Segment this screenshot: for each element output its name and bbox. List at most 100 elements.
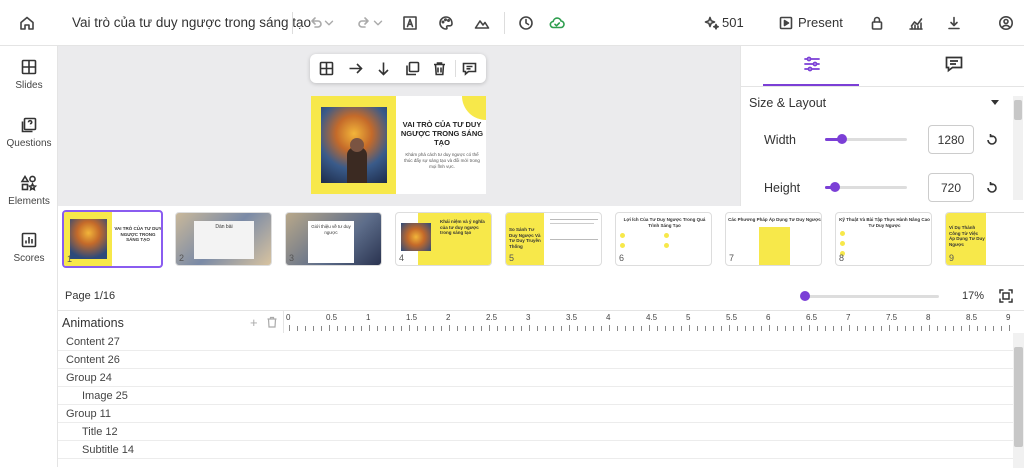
animations-title: Animations — [62, 316, 124, 330]
slide-preview[interactable]: VAI TRÒ CỦA TƯ DUY NGƯỢC TRONG SÁNG TẠO … — [311, 96, 486, 194]
timeline-row[interactable] — [283, 387, 1013, 405]
ruler-tick-label: 2 — [446, 313, 451, 322]
thumbnail-slide-8[interactable]: Kỹ Thuật Và Bài Tập Thực Hành Nâng Cao T… — [835, 212, 932, 266]
thumbnail-slide-7[interactable]: Các Phương Pháp Áp Dụng Tư Duy Ngược 7 — [725, 212, 822, 266]
thumbnail-slide-2[interactable]: Dàn bài 2 — [175, 212, 272, 266]
tab-comments[interactable] — [944, 54, 964, 74]
panel-scrollbar[interactable] — [1013, 96, 1023, 200]
arrow-down-icon[interactable] — [375, 60, 392, 77]
width-input[interactable]: 1280 — [928, 125, 974, 154]
analytics-icon[interactable] — [904, 11, 928, 35]
fit-screen-icon[interactable] — [999, 289, 1013, 303]
ruler-tick — [745, 326, 746, 331]
reset-width-icon[interactable] — [985, 133, 999, 147]
background-icon[interactable] — [470, 11, 494, 35]
ruler-tick — [409, 325, 410, 331]
ruler-tick — [921, 326, 922, 331]
animations-panel: Animations + 0 0.5 1 1.5 2 2.5 3 3.5 4 4.5 5 5.5 6 6.… — [58, 310, 1024, 468]
timeline-ruler[interactable]: 0 0.5 1 1.5 2 2.5 3 3.5 4 4.5 5 5.5 6 6.5 7 7.5 8 8.5 9 — [283, 311, 1013, 333]
layer-item[interactable]: Subtitle 14 — [58, 441, 283, 459]
sidebar-item-slides[interactable]: Slides — [0, 58, 58, 91]
thumbnail-slide-3[interactable]: Giới thiệu về tư duy ngược 3 — [285, 212, 382, 266]
comment-icon[interactable] — [461, 60, 478, 77]
arrow-right-icon[interactable] — [347, 60, 364, 77]
width-label: Width — [764, 133, 796, 147]
lock-icon[interactable] — [865, 11, 889, 35]
ruler-tick — [441, 326, 442, 331]
thumbnail-slide-4[interactable]: Khái niệm và ý nghĩa của tư duy ngược tr… — [395, 212, 492, 266]
timeline-row[interactable] — [283, 351, 1013, 369]
history-icon[interactable] — [514, 11, 538, 35]
layer-item[interactable]: Content 27 — [58, 333, 283, 351]
ruler-tick — [577, 326, 578, 331]
ruler-tick — [593, 326, 594, 331]
thumbnail-title: Dàn bài — [215, 224, 233, 230]
sidebar-item-scores[interactable]: Scores — [0, 231, 58, 264]
timeline-row[interactable] — [283, 423, 1013, 441]
trash-icon[interactable] — [431, 60, 448, 77]
present-button[interactable]: Present — [798, 15, 843, 30]
zoom-slider[interactable] — [800, 291, 939, 301]
timeline-row[interactable] — [283, 441, 1013, 459]
timeline-row[interactable] — [283, 405, 1013, 423]
chart-icon — [21, 232, 37, 248]
add-icon[interactable]: + — [250, 315, 258, 330]
cloud-saved-icon[interactable] — [545, 11, 569, 35]
ruler-tick — [881, 326, 882, 331]
thumbnail-slide-1[interactable]: VAI TRÒ CỦA TƯ DUY NGƯỢC TRONG SÁNG TẠO … — [62, 210, 163, 268]
home-icon[interactable] — [15, 11, 39, 35]
thumbnail-slide-9[interactable]: Ví Dụ Thành Công Từ Việc Áp Dụng Tư Duy … — [945, 212, 1024, 266]
canvas-area[interactable]: VAI TRÒ CỦA TƯ DUY NGƯỢC TRONG SÁNG TẠO … — [58, 46, 740, 206]
ruler-tick — [561, 326, 562, 331]
redo-dropdown-icon[interactable] — [371, 11, 385, 35]
thumbnail-number: 9 — [949, 253, 955, 263]
slider-handle[interactable] — [800, 291, 810, 301]
undo-dropdown-icon[interactable] — [322, 11, 336, 35]
sidebar-item-elements[interactable]: Elements — [0, 174, 58, 207]
trash-icon[interactable] — [266, 316, 278, 328]
ruler-tick — [713, 326, 714, 331]
timeline-row[interactable] — [283, 369, 1013, 387]
account-icon[interactable] — [994, 11, 1018, 35]
present-icon[interactable] — [774, 11, 798, 35]
scroll-thumb[interactable] — [1014, 347, 1023, 447]
ruler-tick — [433, 326, 434, 331]
sidebar-item-questions[interactable]: Questions — [0, 116, 58, 149]
layer-item[interactable]: Image 25 — [58, 387, 283, 405]
thumbnail-title: Các Phương Pháp Áp Dụng Tư Duy Ngược — [728, 217, 821, 222]
thumbnail-slide-5[interactable]: So Sánh Tư Duy Ngược Và Tư Duy Truyền Th… — [505, 212, 602, 266]
ruler-tick — [737, 326, 738, 331]
height-slider[interactable] — [825, 182, 907, 192]
layer-item[interactable]: Group 24 — [58, 369, 283, 387]
timeline-row[interactable] — [283, 333, 1013, 351]
timeline-scrollbar[interactable] — [1013, 333, 1024, 468]
text-style-icon[interactable] — [398, 11, 422, 35]
width-slider[interactable] — [825, 134, 907, 144]
thumbnail-number: 5 — [509, 253, 515, 263]
layer-item[interactable]: Content 26 — [58, 351, 283, 369]
layer-item[interactable]: Group 11 — [58, 405, 283, 423]
ruler-tick — [569, 325, 570, 331]
sidebar-item-label: Scores — [13, 253, 45, 264]
reset-height-icon[interactable] — [985, 181, 999, 195]
palette-icon[interactable] — [434, 11, 458, 35]
duplicate-icon[interactable] — [404, 60, 421, 77]
ruler-tick — [817, 326, 818, 331]
height-input[interactable]: 720 — [928, 173, 974, 202]
layout-icon[interactable] — [318, 60, 335, 77]
slider-handle[interactable] — [830, 182, 840, 192]
tab-design[interactable] — [802, 54, 822, 74]
chevron-down-icon[interactable] — [991, 100, 999, 105]
download-icon[interactable] — [942, 11, 966, 35]
thumbnail-title: So Sánh Tư Duy Ngược Và Tư Duy Truyền Th… — [509, 227, 541, 249]
ai-sparkle-icon[interactable] — [700, 11, 724, 35]
thumbnail-slide-6[interactable]: Lợi Ích Của Tư Duy Ngược Trong Quá Trình… — [615, 212, 712, 266]
thumbnail-title: VAI TRÒ CỦA TƯ DUY NGƯỢC TRONG SÁNG TẠO — [114, 226, 162, 242]
layer-item[interactable]: Title 12 — [58, 423, 283, 441]
ruler-tick — [849, 325, 850, 331]
scroll-thumb[interactable] — [1014, 100, 1022, 120]
slider-handle[interactable] — [837, 134, 847, 144]
ruler-tick-label: 5.5 — [726, 313, 738, 322]
presentation-title[interactable]: Vai trò của tư duy ngược trong sáng tạo — [72, 15, 311, 30]
ruler-tick — [657, 326, 658, 331]
